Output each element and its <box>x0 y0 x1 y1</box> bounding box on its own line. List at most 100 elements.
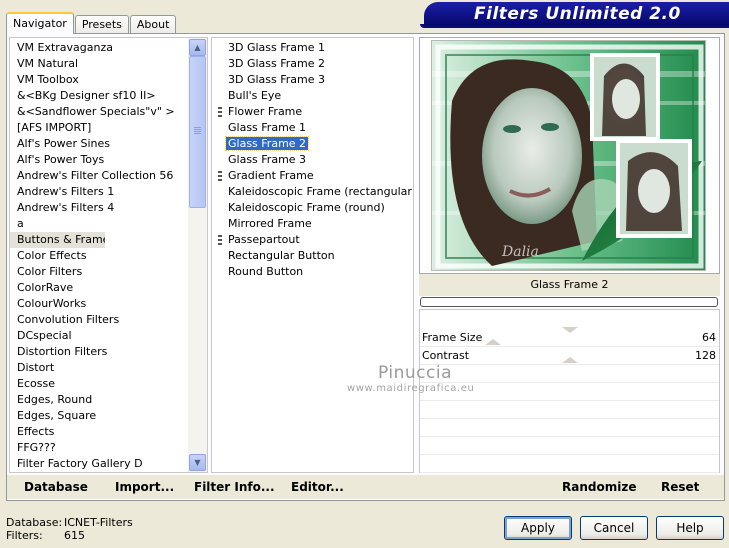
filter-list[interactable]: 3D Glass Frame 1 3D Glass Frame 2 3D Glass… <box>211 37 414 473</box>
database-value: ICNET-Filters <box>64 516 133 529</box>
filter-item-label: 3D Glass Frame 2 <box>228 57 326 70</box>
filter-item-label: Glass Frame 2 <box>224 136 310 151</box>
database-label: Database: <box>6 516 63 529</box>
filter-item-label: Kaleidoscopic Frame (rectangular) <box>228 185 414 198</box>
watermark-url: www.maidiregrafica.eu <box>347 383 475 394</box>
category-item[interactable]: VM Toolbox <box>10 72 190 88</box>
filter-item[interactable]: 3D Glass Frame 2 <box>212 56 413 72</box>
database-button[interactable]: Database <box>24 475 88 499</box>
param-row-empty <box>420 365 719 383</box>
category-item[interactable]: Distortion Filters <box>10 344 190 360</box>
filter-item-label: Rectangular Button <box>228 249 335 262</box>
filter-item[interactable]: 3D Glass Frame 3 <box>212 72 413 88</box>
filter-item-label: Round Button <box>228 265 304 278</box>
param-row-empty <box>420 455 719 473</box>
scroll-up-arrow-icon[interactable]: ▲ <box>189 39 206 56</box>
category-item[interactable]: Edges, Round <box>10 392 190 408</box>
param-value: 128 <box>695 349 716 362</box>
randomize-button[interactable]: Randomize <box>562 475 636 499</box>
param-row-frame-size[interactable]: Frame Size 64 <box>420 327 719 347</box>
filters-count-value: 615 <box>64 529 85 542</box>
app-title-banner: Filters Unlimited 2.0 <box>424 2 729 26</box>
tab-bar: Navigator Presets About <box>6 11 177 34</box>
tab-about[interactable]: About <box>129 15 177 33</box>
filter-item[interactable]: Bull's Eye <box>212 88 413 104</box>
filter-item-label: 3D Glass Frame 1 <box>228 41 326 54</box>
category-item[interactable]: Andrew's Filters 1 <box>10 184 190 200</box>
category-item[interactable]: Buttons & Frames <box>10 232 105 248</box>
tab-presets[interactable]: Presets <box>74 15 129 33</box>
param-row-empty <box>420 401 719 419</box>
category-list[interactable]: VM Extravaganza VM Natural VM Toolbox &<BKg… <box>9 37 208 473</box>
category-item[interactable]: Andrew's Filter Collection 56 <box>10 168 190 184</box>
category-item[interactable]: Effects <box>10 424 190 440</box>
filter-item[interactable]: Kaleidoscopic Frame (round) <box>212 200 413 216</box>
filter-item-label: Passepartout <box>228 233 300 246</box>
category-item[interactable]: [AFS IMPORT] <box>10 120 190 136</box>
category-item[interactable]: a <box>10 216 190 232</box>
category-item[interactable]: Andrew's Filters 4 <box>10 200 190 216</box>
param-row-empty <box>420 419 719 437</box>
cancel-button[interactable]: Cancel <box>580 516 648 540</box>
param-name: Frame Size <box>422 331 483 344</box>
category-item[interactable]: Distort <box>10 360 190 376</box>
filter-item[interactable]: Glass Frame 1 <box>212 120 413 136</box>
filter-item-label: Glass Frame 1 <box>228 121 307 134</box>
apply-button[interactable]: Apply <box>504 516 572 540</box>
category-item[interactable]: Alf's Power Toys <box>10 152 190 168</box>
filters-count-label: Filters: <box>6 529 43 542</box>
scroll-down-arrow-icon[interactable]: ▼ <box>189 454 206 471</box>
filter-item[interactable]: Gradient Frame <box>212 168 413 184</box>
filter-item[interactable]: Glass Frame 3 <box>212 152 413 168</box>
filter-items: 3D Glass Frame 1 3D Glass Frame 2 3D Glass… <box>212 40 413 280</box>
param-row-empty <box>420 437 719 455</box>
filter-item[interactable]: Round Button <box>212 264 413 280</box>
param-row-contrast[interactable]: Contrast 128 <box>420 347 719 365</box>
help-button[interactable]: Help <box>656 516 724 540</box>
filter-item-label: Bull's Eye <box>228 89 282 102</box>
category-item[interactable]: Ecosse <box>10 376 190 392</box>
category-item[interactable]: Color Filters <box>10 264 190 280</box>
category-item[interactable]: Alf's Power Sines <box>10 136 190 152</box>
filter-item[interactable]: Rectangular Button <box>212 248 413 264</box>
filter-item[interactable]: Kaleidoscopic Frame (rectangular) <box>212 184 413 200</box>
category-item[interactable]: Color Effects <box>10 248 190 264</box>
svg-text:Dalia: Dalia <box>501 244 539 260</box>
category-item[interactable]: ColorRave <box>10 280 190 296</box>
filter-item[interactable]: Passepartout <box>212 232 413 248</box>
category-scrollbar[interactable]: ▲ ▼ <box>188 38 207 472</box>
filter-item[interactable]: Mirrored Frame <box>212 216 413 232</box>
filter-item-label: Flower Frame <box>228 105 303 118</box>
progress-bar <box>420 297 718 307</box>
scroll-thumb[interactable] <box>189 56 206 208</box>
filter-item[interactable]: Glass Frame 2 <box>212 136 413 152</box>
import-button[interactable]: Import... <box>115 475 174 499</box>
category-item[interactable]: Edges, Square <box>10 408 190 424</box>
filter-item[interactable]: Flower Frame <box>212 104 413 120</box>
filter-item-label: Glass Frame 3 <box>228 153 307 166</box>
category-item[interactable]: VM Natural <box>10 56 190 72</box>
category-item[interactable]: DCspecial <box>10 328 190 344</box>
param-name: Contrast <box>422 349 470 362</box>
category-item[interactable]: Filter Factory Gallery D <box>10 456 190 472</box>
category-item[interactable]: ColourWorks <box>10 296 190 312</box>
filter-item-label: Gradient Frame <box>228 169 314 182</box>
preview-filter-name: Glass Frame 2 <box>419 274 720 296</box>
filter-item[interactable]: 3D Glass Frame 1 <box>212 40 413 56</box>
filter-info-button[interactable]: Filter Info... <box>194 475 275 499</box>
category-item[interactable]: &<Sandflower Specials"v" > <box>10 104 190 120</box>
watermark-name: Pinuccia <box>378 363 452 383</box>
reset-button[interactable]: Reset <box>661 475 699 499</box>
category-item[interactable]: &<BKg Designer sf10 II> <box>10 88 190 104</box>
submenu-bullet-icon <box>218 107 222 117</box>
category-item[interactable]: Convolution Filters <box>10 312 190 328</box>
category-item[interactable]: VM Extravaganza <box>10 40 190 56</box>
param-value: 64 <box>702 331 716 344</box>
tab-navigator[interactable]: Navigator <box>6 12 74 34</box>
slider-tick-icon <box>562 327 578 333</box>
editor-button[interactable]: Editor... <box>291 475 344 499</box>
filter-item-label: Mirrored Frame <box>228 217 312 230</box>
category-item[interactable]: FFG??? <box>10 440 190 456</box>
filter-item-label: Kaleidoscopic Frame (round) <box>228 201 385 214</box>
slider-tick-icon <box>562 357 578 363</box>
